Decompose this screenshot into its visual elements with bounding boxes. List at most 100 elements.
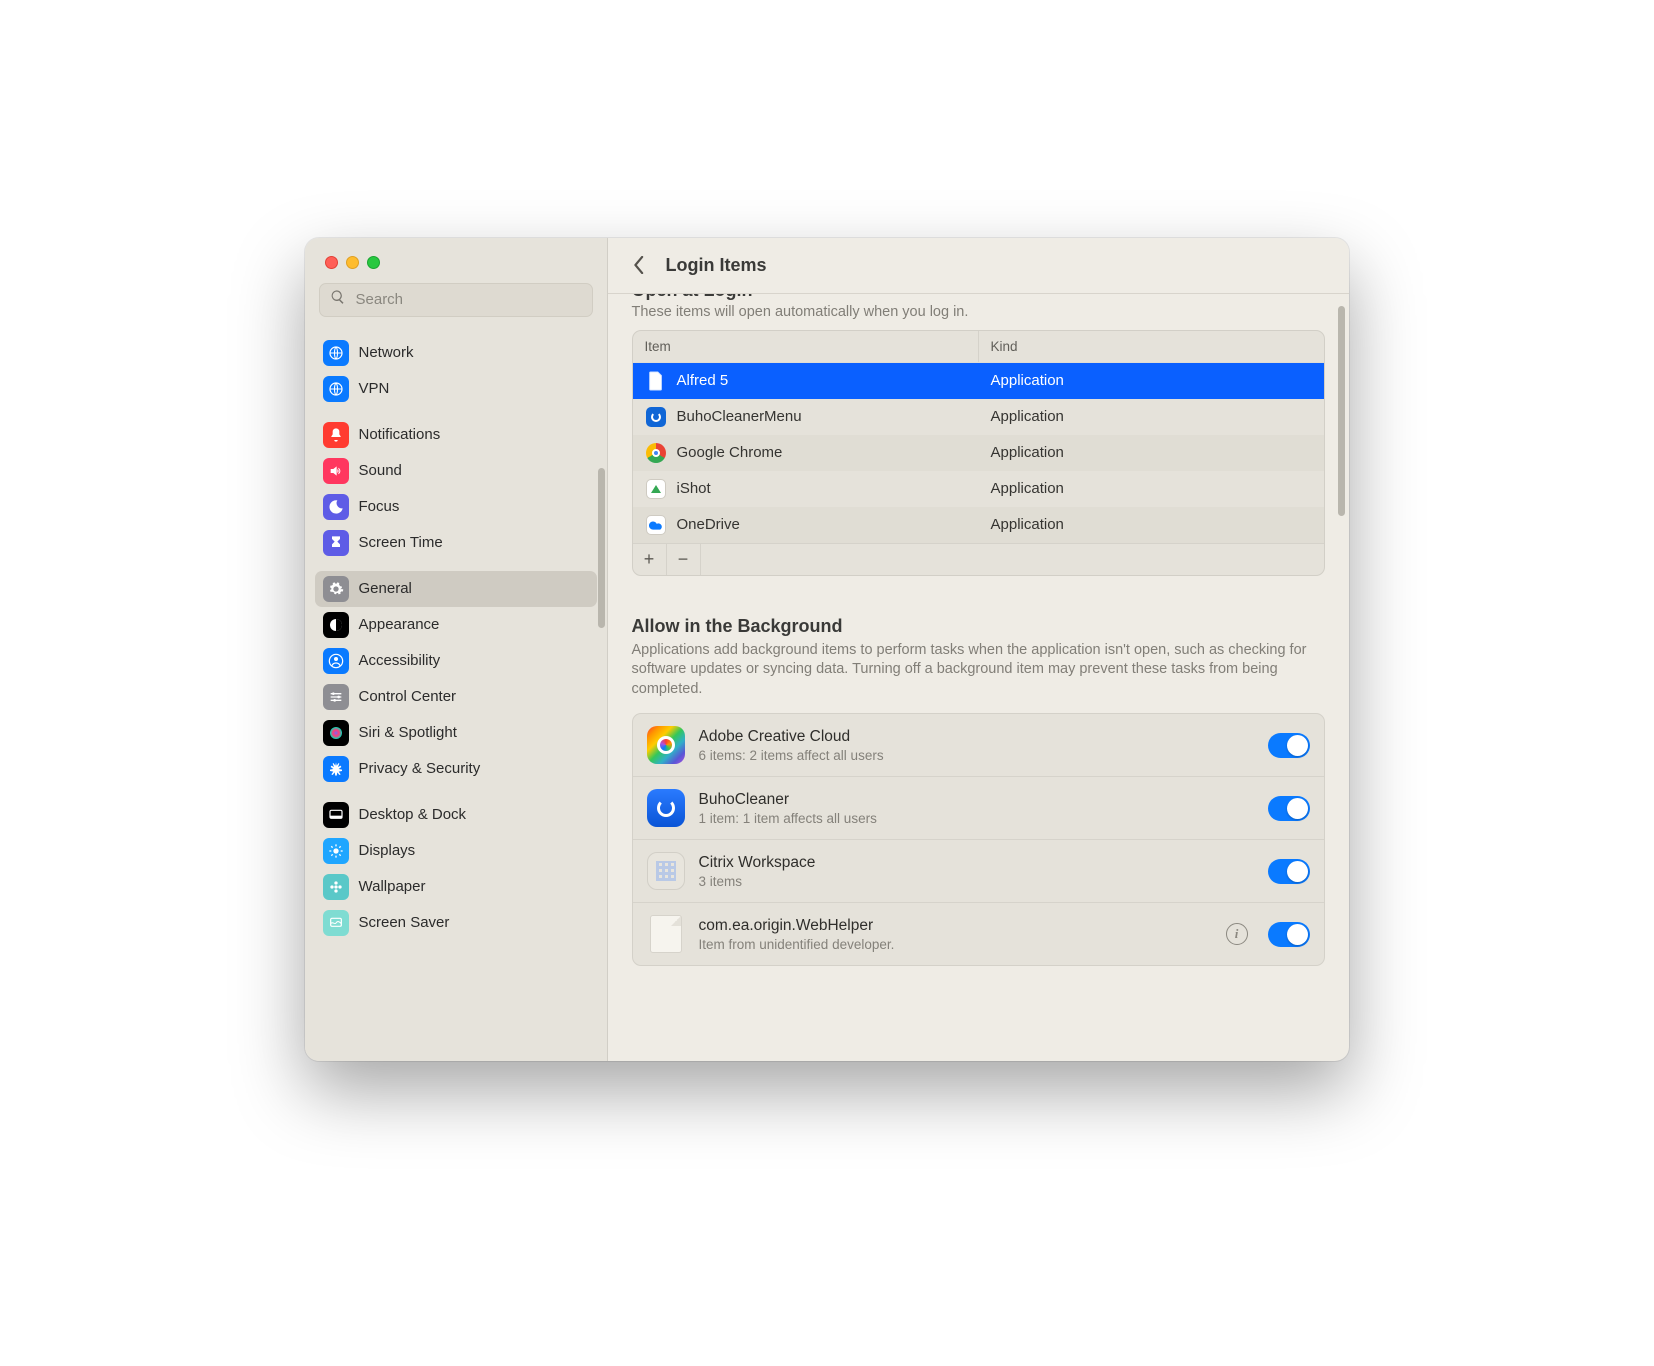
sidebar-item-label: Accessibility (359, 652, 441, 669)
sidebar-item-desktop-dock[interactable]: Desktop & Dock (315, 797, 597, 833)
buho-app-icon (645, 406, 667, 428)
login-item-name: OneDrive (677, 516, 740, 533)
sidebar-item-wallpaper[interactable]: Wallpaper (315, 869, 597, 905)
sidebar: Network VPN Notifications Sound Focus Screen … (305, 238, 608, 1061)
sidebar-item-screen-time[interactable]: Screen Time (315, 525, 597, 561)
col-item[interactable]: Item (633, 331, 979, 362)
sidebar-item-label: Sound (359, 462, 402, 479)
add-login-item-button[interactable]: + (633, 544, 667, 575)
background-item-name: Citrix Workspace (699, 854, 1254, 872)
background-item-sub: Item from unidentified developer. (699, 937, 1212, 952)
login-item-row[interactable]: iShot Application (633, 471, 1324, 507)
login-item-name: iShot (677, 480, 711, 497)
dock-icon (323, 802, 349, 828)
sidebar-item-accessibility[interactable]: Accessibility (315, 643, 597, 679)
sidebar-item-label: Control Center (359, 688, 457, 705)
sidebar-item-label: VPN (359, 380, 390, 397)
sidebar-item-general[interactable]: General (315, 571, 597, 607)
search-field[interactable] (319, 283, 593, 317)
background-item-toggle[interactable] (1268, 922, 1310, 947)
sidebar-item-siri-spotlight[interactable]: Siri & Spotlight (315, 715, 597, 751)
col-kind[interactable]: Kind (979, 339, 1324, 354)
content-scrollbar[interactable] (1338, 306, 1345, 516)
login-item-name: Alfred 5 (677, 372, 729, 389)
sidebar-scrollbar[interactable] (598, 468, 605, 628)
sidebar-item-label: Network (359, 344, 414, 361)
generic-app-icon (647, 915, 685, 953)
sidebar-item-label: General (359, 580, 412, 597)
sidebar-item-privacy-security[interactable]: Privacy & Security (315, 751, 597, 787)
sidebar-item-vpn[interactable]: VPN (315, 371, 597, 407)
gear-icon (323, 576, 349, 602)
close-window-button[interactable] (325, 256, 338, 269)
login-item-kind: Application (979, 480, 1324, 497)
minimize-window-button[interactable] (346, 256, 359, 269)
info-icon[interactable]: i (1226, 923, 1248, 945)
search-input[interactable] (354, 290, 582, 309)
doc-app-icon (645, 370, 667, 392)
sliders-icon (323, 684, 349, 710)
onedrive-app-icon (645, 514, 667, 536)
back-button[interactable] (626, 252, 652, 278)
open-at-login-section: Open at Login These items will open auto… (632, 294, 1325, 576)
sidebar-item-label: Desktop & Dock (359, 806, 467, 823)
background-item-name: com.ea.origin.WebHelper (699, 917, 1212, 935)
login-item-row[interactable]: Alfred 5 Application (633, 363, 1324, 399)
sidebar-item-appearance[interactable]: Appearance (315, 607, 597, 643)
login-item-kind: Application (979, 372, 1324, 389)
bell-icon (323, 422, 349, 448)
background-item-row: BuhoCleaner 1 item: 1 item affects all us… (633, 776, 1324, 839)
background-items-list: Adobe Creative Cloud6 items: 2 items aff… (632, 713, 1325, 966)
adobe-app-icon (647, 726, 685, 764)
globe-icon (323, 340, 349, 366)
sidebar-item-label: Screen Time (359, 534, 443, 551)
window-controls (305, 238, 607, 269)
sidebar-item-screen-saver[interactable]: Screen Saver (315, 905, 597, 941)
login-item-kind: Application (979, 408, 1324, 425)
sidebar-item-focus[interactable]: Focus (315, 489, 597, 525)
search-icon (330, 289, 346, 310)
sidebar-item-network[interactable]: Network (315, 335, 597, 371)
login-item-row[interactable]: Google ChromeApplication (633, 435, 1324, 471)
background-item-toggle[interactable] (1268, 859, 1310, 884)
hand-icon (323, 756, 349, 782)
content-area: Open at Login These items will open auto… (608, 294, 1349, 1061)
background-title: Allow in the Background (632, 616, 1325, 637)
background-item-row: Citrix Workspace 3 items (633, 839, 1324, 902)
login-items-table: Item Kind Alfred 5ApplicationBuhoCleaner… (632, 330, 1325, 576)
background-item-name: Adobe Creative Cloud (699, 728, 1254, 746)
sidebar-item-control-center[interactable]: Control Center (315, 679, 597, 715)
globe-icon (323, 376, 349, 402)
background-item-toggle[interactable] (1268, 796, 1310, 821)
open-at-login-title: Open at Login (632, 294, 1325, 301)
login-item-row[interactable]: OneDrive Application (633, 507, 1324, 543)
sidebar-item-label: Siri & Spotlight (359, 724, 457, 741)
login-item-kind: Application (979, 444, 1324, 461)
buho-app-icon (647, 789, 685, 827)
background-item-toggle[interactable] (1268, 733, 1310, 758)
background-section: Allow in the Background Applications add… (632, 616, 1325, 967)
background-item-sub: 3 items (699, 874, 1254, 889)
sidebar-item-label: Notifications (359, 426, 441, 443)
contrast-icon (323, 612, 349, 638)
sidebar-item-notifications[interactable]: Notifications (315, 417, 597, 453)
login-item-kind: Application (979, 516, 1324, 533)
remove-login-item-button[interactable]: − (667, 544, 701, 575)
background-item-name: BuhoCleaner (699, 791, 1254, 809)
login-item-name: BuhoCleanerMenu (677, 408, 802, 425)
moon-icon (323, 494, 349, 520)
sidebar-item-displays[interactable]: Displays (315, 833, 597, 869)
sidebar-item-label: Focus (359, 498, 400, 515)
sidebar-item-label: Privacy & Security (359, 760, 481, 777)
background-item-row: com.ea.origin.WebHelper Item from unident… (633, 902, 1324, 965)
pane-header: Login Items (608, 238, 1349, 294)
siri-icon (323, 720, 349, 746)
login-item-row[interactable]: BuhoCleanerMenu Application (633, 399, 1324, 435)
sidebar-nav: Network VPN Notifications Sound Focus Screen … (305, 325, 607, 1061)
flower-icon (323, 874, 349, 900)
sidebar-item-sound[interactable]: Sound (315, 453, 597, 489)
ishot-app-icon (645, 478, 667, 500)
screensaver-icon (323, 910, 349, 936)
background-item-sub: 1 item: 1 item affects all users (699, 811, 1254, 826)
maximize-window-button[interactable] (367, 256, 380, 269)
